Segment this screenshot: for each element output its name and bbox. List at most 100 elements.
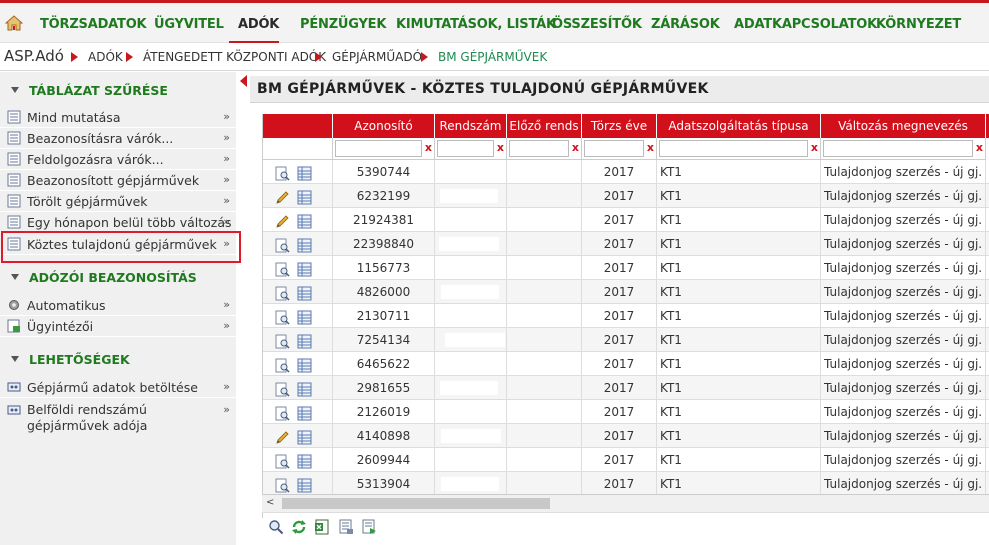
filter-input[interactable] [584, 140, 644, 157]
breadcrumb-atengedett[interactable]: Átengedett központi adók [143, 50, 326, 64]
table-detail-icon[interactable] [297, 285, 312, 301]
print-list-icon[interactable] [338, 519, 354, 535]
table-detail-icon[interactable] [297, 213, 312, 229]
sidebar-item-mind-mutatasa[interactable]: Mind mutatása » [0, 107, 236, 128]
menu-kornyezet[interactable]: KÖRNYEZET [876, 17, 961, 32]
sidebar-item-belfoldi-rendszamu[interactable]: Belföldi rendszámú gépjárművek adója » [0, 400, 236, 440]
table-detail-icon[interactable] [297, 189, 312, 205]
table-detail-icon[interactable] [297, 381, 312, 397]
table-row[interactable]: 4826000 2017 KT1 Tulajdonjog szerzés - új g… [263, 280, 989, 304]
menu-penzugyek[interactable]: PÉNZÜGYEK [300, 17, 386, 32]
filter-rendszam[interactable]: x [435, 138, 507, 160]
sidebar-item-ugyintezoi[interactable]: Ügyintézői » [0, 316, 236, 337]
edit-pencil-icon[interactable] [275, 189, 290, 204]
menu-torzsadatok[interactable]: TÖRZSADATOK [40, 17, 147, 32]
sidebar-item-feldolgozasra-varok[interactable]: Feldolgozásra várók... » [0, 149, 236, 170]
filter-input[interactable] [437, 140, 494, 157]
filter-valtozas[interactable]: x [821, 138, 986, 160]
table-row[interactable]: 6232199 2017 KT1 Tulajdonjog szerzés - új g… [263, 184, 989, 208]
section-header-adozoi-beazonositas[interactable]: ADÓZÓI BEAZONOSÍTÁS [0, 265, 236, 291]
table-detail-icon[interactable] [297, 429, 312, 445]
view-details-icon[interactable] [275, 477, 290, 493]
breadcrumb-gepjarmuado[interactable]: Gépjárműadó [332, 50, 422, 64]
table-detail-icon[interactable] [297, 357, 312, 373]
view-details-icon[interactable] [275, 381, 290, 397]
section-header-lehetosegek[interactable]: LEHETŐSÉGEK [0, 347, 236, 373]
search-icon[interactable] [268, 519, 284, 535]
table-detail-icon[interactable] [297, 165, 312, 181]
table-row[interactable]: 6465622 2017 KT1 Tulajdonjog szerzés - új g… [263, 352, 989, 376]
menu-zarasok[interactable]: ZÁRÁSOK [651, 17, 720, 32]
sidebar-item-tobb-valtozas[interactable]: Egy hónapon belül több változás » [0, 212, 236, 233]
menu-ugyvitel[interactable]: ÜGYVITEL [154, 17, 224, 32]
horizontal-scrollbar[interactable]: < [262, 494, 989, 512]
view-details-icon[interactable] [275, 333, 290, 349]
view-details-icon[interactable] [275, 261, 290, 277]
table-detail-icon[interactable] [297, 405, 312, 421]
column-header-valtozas[interactable]: Változás megnevezés [821, 114, 986, 138]
filter-azonosito[interactable]: x [333, 138, 435, 160]
table-row[interactable]: 21924381 2017 KT1 Tulajdonjog szerzés - új … [263, 208, 989, 232]
table-row[interactable]: 2130711 2017 KT1 Tulajdonjog szerzés - új g… [263, 304, 989, 328]
section-header-filter[interactable]: TÁBLÁZAT SZŰRÉSE [0, 78, 236, 104]
sidebar-item-torolt[interactable]: Törölt gépjárművek » [0, 191, 236, 212]
table-row[interactable]: 5313904 2017 KT1 Tulajdonjog szerzés - új g… [263, 472, 989, 496]
menu-kimutatasok[interactable]: KIMUTATÁSOK, LISTÁK [396, 17, 556, 32]
clear-filter-icon[interactable]: x [572, 141, 579, 154]
table-row[interactable]: 2609944 2017 KT1 Tulajdonjog szerzés - új g… [263, 448, 989, 472]
clear-filter-icon[interactable]: x [497, 141, 504, 154]
filter-input[interactable] [509, 140, 569, 157]
sidebar-item-automatikus[interactable]: Automatikus » [0, 295, 236, 316]
table-row[interactable]: 1156773 2017 KT1 Tulajdonjog szerzés - új g… [263, 256, 989, 280]
table-detail-icon[interactable] [297, 453, 312, 469]
table-detail-icon[interactable] [297, 333, 312, 349]
table-row[interactable]: 2126019 2017 KT1 Tulajdonjog szerzés - új g… [263, 400, 989, 424]
table-row[interactable]: 22398840 2017 KT1 Tulajdonjog szerzés - új … [263, 232, 989, 256]
table-detail-icon[interactable] [297, 477, 312, 493]
excel-export-icon[interactable] [314, 519, 330, 535]
column-header-azonosito[interactable]: Azonosító [333, 114, 435, 138]
table-row[interactable]: 7254134 2017 KT1 Tulajdonjog szerzés - új g… [263, 328, 989, 352]
filter-input[interactable] [335, 140, 422, 157]
view-details-icon[interactable] [275, 165, 290, 181]
clear-filter-icon[interactable]: x [811, 141, 818, 154]
clear-filter-icon[interactable]: x [647, 141, 654, 154]
view-details-icon[interactable] [275, 237, 290, 253]
table-detail-icon[interactable] [297, 261, 312, 277]
table-detail-icon[interactable] [297, 309, 312, 325]
view-details-icon[interactable] [275, 357, 290, 373]
table-detail-icon[interactable] [297, 237, 312, 253]
clear-filter-icon[interactable]: x [976, 141, 983, 154]
view-details-icon[interactable] [275, 285, 290, 301]
home-icon[interactable] [5, 14, 23, 32]
export-icon[interactable] [361, 519, 377, 535]
column-header-elozo-rendszam[interactable]: Előző rends [507, 114, 582, 138]
view-details-icon[interactable] [275, 453, 290, 469]
edit-pencil-icon[interactable] [275, 429, 290, 444]
table-row[interactable]: 2981655 2017 KT1 Tulajdonjog szerzés - új g… [263, 376, 989, 400]
sidebar-item-beazonositasra-varok[interactable]: Beazonosításra várók... » [0, 128, 236, 149]
table-row[interactable]: 4140898 2017 KT1 Tulajdonjog szerzés - új g… [263, 424, 989, 448]
menu-adatkapcsolatok[interactable]: ADATKAPCSOLATOK [734, 17, 877, 32]
edit-pencil-icon[interactable] [275, 213, 290, 228]
table-row[interactable]: 5390744 2017 KT1 Tulajdonjog szerzés - új g… [263, 160, 989, 184]
collapse-sidebar-icon[interactable] [240, 75, 247, 87]
breadcrumb-adok[interactable]: Adók [88, 50, 123, 64]
view-details-icon[interactable] [275, 309, 290, 325]
filter-adatszolgaltatas[interactable]: x [657, 138, 821, 160]
scrollbar-thumb[interactable] [282, 498, 550, 509]
filter-input[interactable] [823, 140, 973, 157]
menu-adok[interactable]: ADÓK [238, 17, 279, 32]
sidebar-item-beazonositott[interactable]: Beazonosított gépjárművek » [0, 170, 236, 191]
filter-elozo-rendszam[interactable]: x [507, 138, 582, 160]
clear-filter-icon[interactable]: x [425, 141, 432, 154]
filter-input[interactable] [659, 140, 808, 157]
scroll-left-icon[interactable]: < [266, 497, 274, 508]
column-header-adatszolgaltatas[interactable]: Adatszolgáltatás típusa [657, 114, 821, 138]
column-header-torzs-eve[interactable]: Törzs éve [582, 114, 657, 138]
view-details-icon[interactable] [275, 405, 290, 421]
menu-osszesitok[interactable]: ÖSSZESÍTŐK [552, 17, 642, 32]
breadcrumb-root[interactable]: ASP.Adó [4, 47, 64, 65]
column-header-rendszam[interactable]: Rendszám [435, 114, 507, 138]
refresh-icon[interactable] [291, 519, 307, 535]
